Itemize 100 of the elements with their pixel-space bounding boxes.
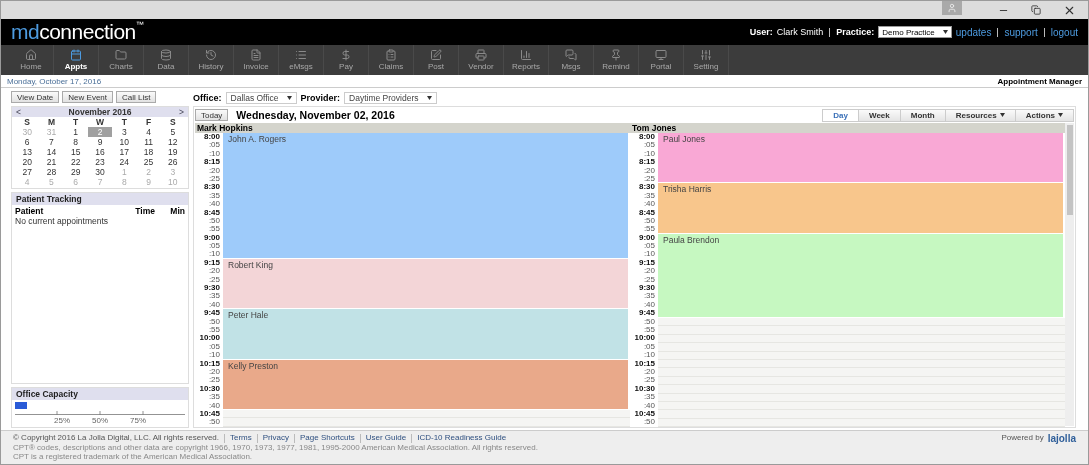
filter-select[interactable]: Daytime Providers <box>344 91 437 104</box>
time-label: :10 <box>207 250 221 259</box>
menu-button[interactable]: Resources <box>944 108 1016 122</box>
time-label: :40 <box>642 200 656 209</box>
practice-label: Practice: <box>836 27 875 37</box>
day-cell[interactable]: 8 <box>63 137 88 147</box>
day-cell[interactable]: 26 <box>160 157 185 167</box>
time-label: :05 <box>207 141 221 150</box>
day-cell[interactable]: 30 <box>87 167 113 177</box>
day-cell[interactable]: 29 <box>63 167 88 177</box>
dollar-icon <box>340 49 352 61</box>
weekday-label: S <box>169 117 177 127</box>
toolbar-item[interactable]: Portal <box>639 45 684 75</box>
tick-label: 50% <box>92 416 108 425</box>
toolbar-item[interactable]: Setting <box>684 45 729 75</box>
day-cell[interactable]: 20 <box>15 157 40 167</box>
monitor-icon <box>655 49 667 61</box>
next-month-button[interactable]: > <box>179 107 184 117</box>
header-link[interactable]: updates <box>955 26 992 38</box>
footer-link[interactable]: Terms <box>230 433 252 443</box>
footer-link[interactable]: ICD-10 Readiness Guide <box>417 433 507 443</box>
header-link[interactable]: support <box>1004 26 1038 38</box>
appointment-block[interactable]: Paula Brendon <box>658 233 1063 317</box>
appointment-block[interactable]: Kelly Preston <box>223 359 628 409</box>
appointment-block[interactable]: Peter Hale <box>223 309 628 359</box>
day-cell[interactable]: 7 <box>39 137 64 147</box>
toolbar-item[interactable]: Pay <box>324 45 369 75</box>
time-label: 9:45 <box>638 309 656 318</box>
open-slots[interactable] <box>223 409 630 427</box>
time-label: :05 <box>642 141 656 150</box>
footer-link[interactable]: Page Shortcuts <box>300 433 355 443</box>
day-cell[interactable]: 28 <box>39 167 64 177</box>
footer-link[interactable]: Privacy <box>262 433 289 443</box>
toolbar-item[interactable]: Charts <box>99 45 144 75</box>
view-tab[interactable]: Day <box>822 108 859 122</box>
view-tab[interactable]: Month <box>899 108 946 122</box>
view-tab[interactable]: Week <box>857 108 901 122</box>
time-label: :35 <box>207 191 221 201</box>
caret-icon <box>1058 113 1063 117</box>
toolbar-item[interactable]: Home <box>9 45 54 75</box>
day-cell[interactable]: 27 <box>15 167 40 177</box>
day-cell[interactable]: 12 <box>160 137 185 147</box>
day-cell[interactable]: 14 <box>39 147 64 157</box>
day-cell[interactable]: 21 <box>39 157 64 167</box>
day-cell[interactable]: 11 <box>136 137 161 147</box>
day-cell[interactable]: 5 <box>160 127 185 137</box>
time-label: :40 <box>642 401 656 410</box>
day-cell[interactable]: 3 <box>112 127 137 137</box>
day-cell[interactable]: 1 <box>63 127 88 137</box>
weekday-label: T <box>72 117 80 127</box>
appointment-block[interactable]: John A. Rogers <box>223 133 628 258</box>
filter-select[interactable]: Dallas Office <box>225 91 297 104</box>
toolbar-item[interactable]: Data <box>144 45 189 75</box>
action-button[interactable]: Call List <box>116 91 157 103</box>
day-cell[interactable]: 25 <box>136 157 161 167</box>
appointment-block[interactable]: Robert King <box>223 258 628 309</box>
toolbar-item[interactable]: Appts <box>54 45 99 75</box>
prev-month-button[interactable]: < <box>16 107 21 117</box>
day-cell[interactable]: 22 <box>63 157 88 167</box>
menu-button[interactable]: Actions <box>1014 108 1074 122</box>
schedule-date: Wednesday, November 02, 2016 <box>236 109 396 121</box>
column-header: Min <box>169 206 185 216</box>
user-icon[interactable] <box>942 1 962 15</box>
day-cell[interactable]: 6 <box>15 137 40 147</box>
day-cell[interactable]: 16 <box>87 147 113 157</box>
toolbar-item[interactable]: eMsgs <box>279 45 324 75</box>
day-cell[interactable]: 10 <box>112 137 137 147</box>
time-label: 10:30 <box>198 384 221 394</box>
day-cell[interactable]: 4 <box>136 127 161 137</box>
day-cell[interactable]: 9 <box>87 137 113 147</box>
header-link[interactable]: logout <box>1050 26 1078 38</box>
today-button[interactable]: Today <box>195 109 229 121</box>
time-label: :50 <box>642 317 656 326</box>
day-cell[interactable]: 15 <box>63 147 88 157</box>
toolbar-item[interactable]: Remind <box>594 45 639 75</box>
appointment-block[interactable]: Trisha Harris <box>658 183 1063 233</box>
action-button[interactable]: View Date <box>11 91 60 103</box>
toolbar-item[interactable]: Invoice <box>234 45 279 75</box>
action-button[interactable]: New Event <box>62 91 113 103</box>
list-icon <box>295 49 307 61</box>
time-label: :35 <box>207 393 221 402</box>
day-cell[interactable]: 18 <box>136 147 161 157</box>
practice-select[interactable]: Demo Practice <box>878 26 952 38</box>
toolbar-item[interactable]: Msgs <box>549 45 594 75</box>
day-cell[interactable]: 19 <box>160 147 185 157</box>
day-cell[interactable]: 24 <box>112 157 137 167</box>
footer-link[interactable]: User Guide <box>365 433 407 443</box>
empty-message: No current appointments <box>14 216 110 228</box>
day-cell[interactable]: 13 <box>15 147 40 157</box>
appointment-block[interactable]: Paul Jones <box>658 133 1063 183</box>
time-label: :10 <box>642 149 656 159</box>
toolbar-item[interactable]: Reports <box>504 45 549 75</box>
open-slots[interactable] <box>658 317 1065 427</box>
day-cell[interactable]: 17 <box>112 147 137 157</box>
toolbar-item[interactable]: History <box>189 45 234 75</box>
toolbar-item[interactable]: Claims <box>369 45 414 75</box>
toolbar-item[interactable]: Post <box>414 45 459 75</box>
day-cell[interactable]: 23 <box>87 157 113 167</box>
scrollbar[interactable] <box>1065 123 1074 426</box>
toolbar-item[interactable]: Vendor <box>459 45 504 75</box>
